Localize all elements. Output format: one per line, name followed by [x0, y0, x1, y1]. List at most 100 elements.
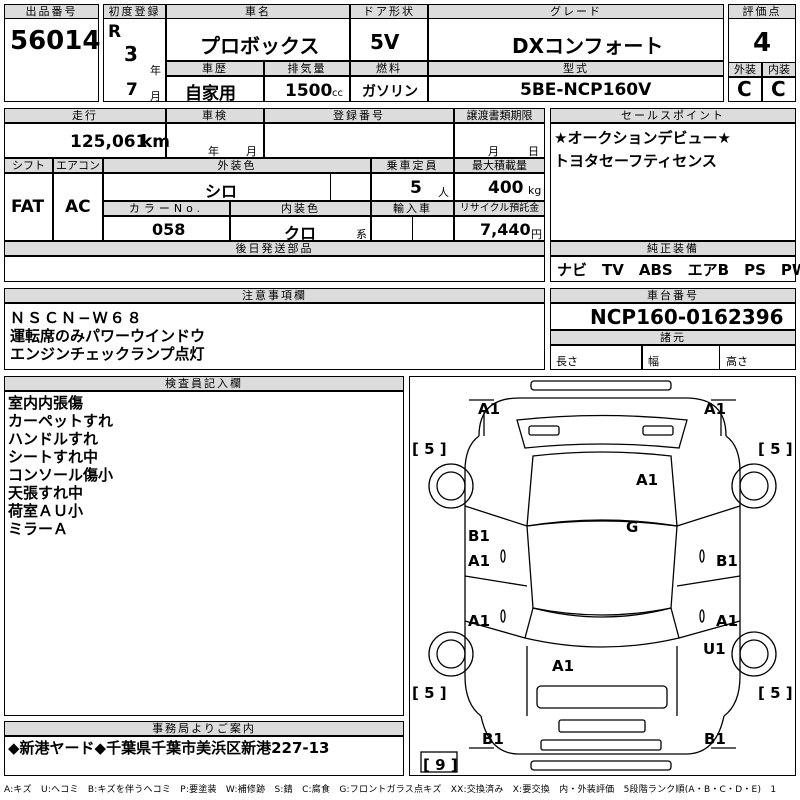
- score-label: 評価点: [728, 4, 796, 19]
- office-value: ◆新港ヤード◆千葉県千葉市美浜区新港227-13: [8, 739, 330, 757]
- mark-rear: A1: [552, 657, 575, 675]
- first-registration-label: 初度登録: [103, 4, 166, 19]
- model-code-label: 型式: [428, 61, 724, 76]
- import-divider: [412, 216, 454, 241]
- height-label: 高さ: [726, 355, 748, 368]
- inspector-line-6: 天張すれ中: [8, 484, 84, 502]
- inspector-line-8: ミラーＡ: [8, 520, 69, 538]
- ac-label: エアコン: [53, 158, 103, 173]
- spare-tire: [ 9 ]: [423, 756, 458, 774]
- grade-label: グレード: [428, 4, 724, 19]
- year-unit: 年: [150, 64, 161, 77]
- mark-left-rear-door: A1: [468, 612, 491, 630]
- import-label: 輸入車: [371, 201, 454, 216]
- mark-front-right: A1: [704, 400, 727, 418]
- capacity-label: 乗車定員: [371, 158, 454, 173]
- era: R: [108, 22, 122, 42]
- displacement-label: 排気量: [264, 61, 350, 76]
- sales-point-1: ★オークションデビュー★: [554, 129, 731, 147]
- exterior-grade: C: [737, 77, 752, 101]
- ext-color-value: シロ: [205, 182, 238, 201]
- reg-year: 3: [124, 42, 138, 66]
- equipment-label: 純正装備: [550, 241, 796, 256]
- color-no-value: 058: [152, 220, 186, 239]
- sales-points-label: セールスポイント: [550, 108, 796, 123]
- mileage-label: 走行: [4, 108, 166, 123]
- color-no-label: カラーNo.: [103, 201, 230, 216]
- door-label: ドア形状: [350, 4, 428, 19]
- specs-label: 諸元: [550, 330, 796, 345]
- mark-front-left: A1: [478, 400, 501, 418]
- inspector-line-2: カーペットすれ: [8, 412, 114, 430]
- ext-color-divider: [330, 173, 371, 201]
- mark-right-rear-door: A1: [716, 612, 739, 630]
- inspection-month-unit: 月: [246, 145, 257, 158]
- tire-rear-left: [ 5 ]: [412, 684, 447, 702]
- recycle-unit: 円: [531, 228, 542, 241]
- mark-left-front-door-a: A1: [468, 552, 491, 570]
- mark-rear-bumper-right: B1: [704, 730, 726, 748]
- max-load-unit: kg: [528, 184, 542, 197]
- mark-roof: G: [626, 518, 639, 536]
- capacity-unit: 人: [438, 186, 449, 199]
- displacement-unit: cc: [332, 88, 343, 99]
- later-parts-cell: [4, 256, 545, 282]
- displacement-value: 1500: [285, 81, 333, 101]
- max-load-label: 最大積載量: [454, 158, 545, 173]
- recycle-value: 7,440: [480, 220, 531, 239]
- interior-grade: C: [771, 77, 786, 101]
- capacity-value: 5: [410, 178, 422, 198]
- width-label: 幅: [648, 355, 659, 368]
- fuel-label: 燃料: [350, 61, 428, 76]
- recycle-label: リサイクル預託金: [454, 201, 545, 216]
- equipment-value: ナビ TV ABS エアB PS PW: [557, 261, 800, 279]
- model-code-value: 5BE-NCP160V: [520, 80, 652, 100]
- mark-rear-bumper-left: B1: [482, 730, 504, 748]
- score-value: 4: [753, 28, 772, 58]
- inspector-label: 検査員記入欄: [4, 376, 404, 391]
- lot-number-label: 出品番号: [4, 4, 99, 19]
- transfer-month-unit: 月: [488, 145, 499, 158]
- later-parts-label: 後日発送部品: [4, 241, 545, 256]
- chassis-value: NCP160-0162396: [590, 305, 784, 329]
- history-value: 自家用: [185, 84, 236, 104]
- reg-number-cell: [264, 123, 454, 158]
- ac-value: AC: [65, 197, 91, 217]
- note-line-3: エンジンチェックランプ点灯: [10, 345, 205, 363]
- inspector-line-1: 室内内張傷: [8, 394, 84, 412]
- car-name: プロボックス: [200, 34, 320, 58]
- month-unit: 月: [150, 90, 161, 103]
- sales-point-2: トヨタセーフティセンス: [554, 152, 717, 170]
- mark-bonnet: A1: [636, 471, 659, 489]
- ext-color-label: 外装色: [103, 158, 371, 173]
- legend: A:キズ U:ヘコミ B:キズを伴うヘコミ P:要塗装 W:補修跡 S:錆 C:…: [4, 785, 777, 795]
- exterior-grade-label: 外装: [728, 62, 762, 77]
- chassis-label: 車台番号: [550, 288, 796, 303]
- mark-right-rear-fender: U1: [703, 640, 726, 658]
- grade-value: DXコンフォート: [512, 34, 664, 58]
- lot-number: 56014: [10, 26, 101, 56]
- int-color-label: 内装色: [230, 201, 371, 216]
- reg-month: 7: [126, 80, 138, 100]
- tire-rear-right: [ 5 ]: [758, 684, 793, 702]
- transfer-deadline-label: 譲渡書類期限: [454, 108, 545, 123]
- mileage-value: 125,061: [70, 132, 148, 152]
- tire-front-left: [ 5 ]: [412, 440, 447, 458]
- interior-grade-label: 内装: [762, 62, 796, 77]
- inspector-line-3: ハンドルすれ: [8, 430, 99, 448]
- notes-label: 注意事項欄: [4, 288, 545, 303]
- mark-right-front-door: B1: [716, 552, 738, 570]
- mark-left-front-door-b: B1: [468, 527, 490, 545]
- shift-label: シフト: [4, 158, 53, 173]
- int-color-unit: 系: [356, 228, 367, 241]
- inspector-line-4: シートすれ中: [8, 448, 99, 466]
- max-load-value: 400: [488, 178, 524, 198]
- history-label: 車歴: [166, 61, 264, 76]
- transfer-day-unit: 日: [528, 145, 539, 158]
- door-value: 5V: [370, 30, 400, 54]
- inspector-line-7: 荷室ＡＵ小: [8, 502, 84, 520]
- length-label: 長さ: [556, 355, 578, 368]
- inspector-line-5: コンソール傷小: [8, 466, 114, 484]
- reg-number-label: 登録番号: [264, 108, 454, 123]
- inspection-label: 車検: [166, 108, 264, 123]
